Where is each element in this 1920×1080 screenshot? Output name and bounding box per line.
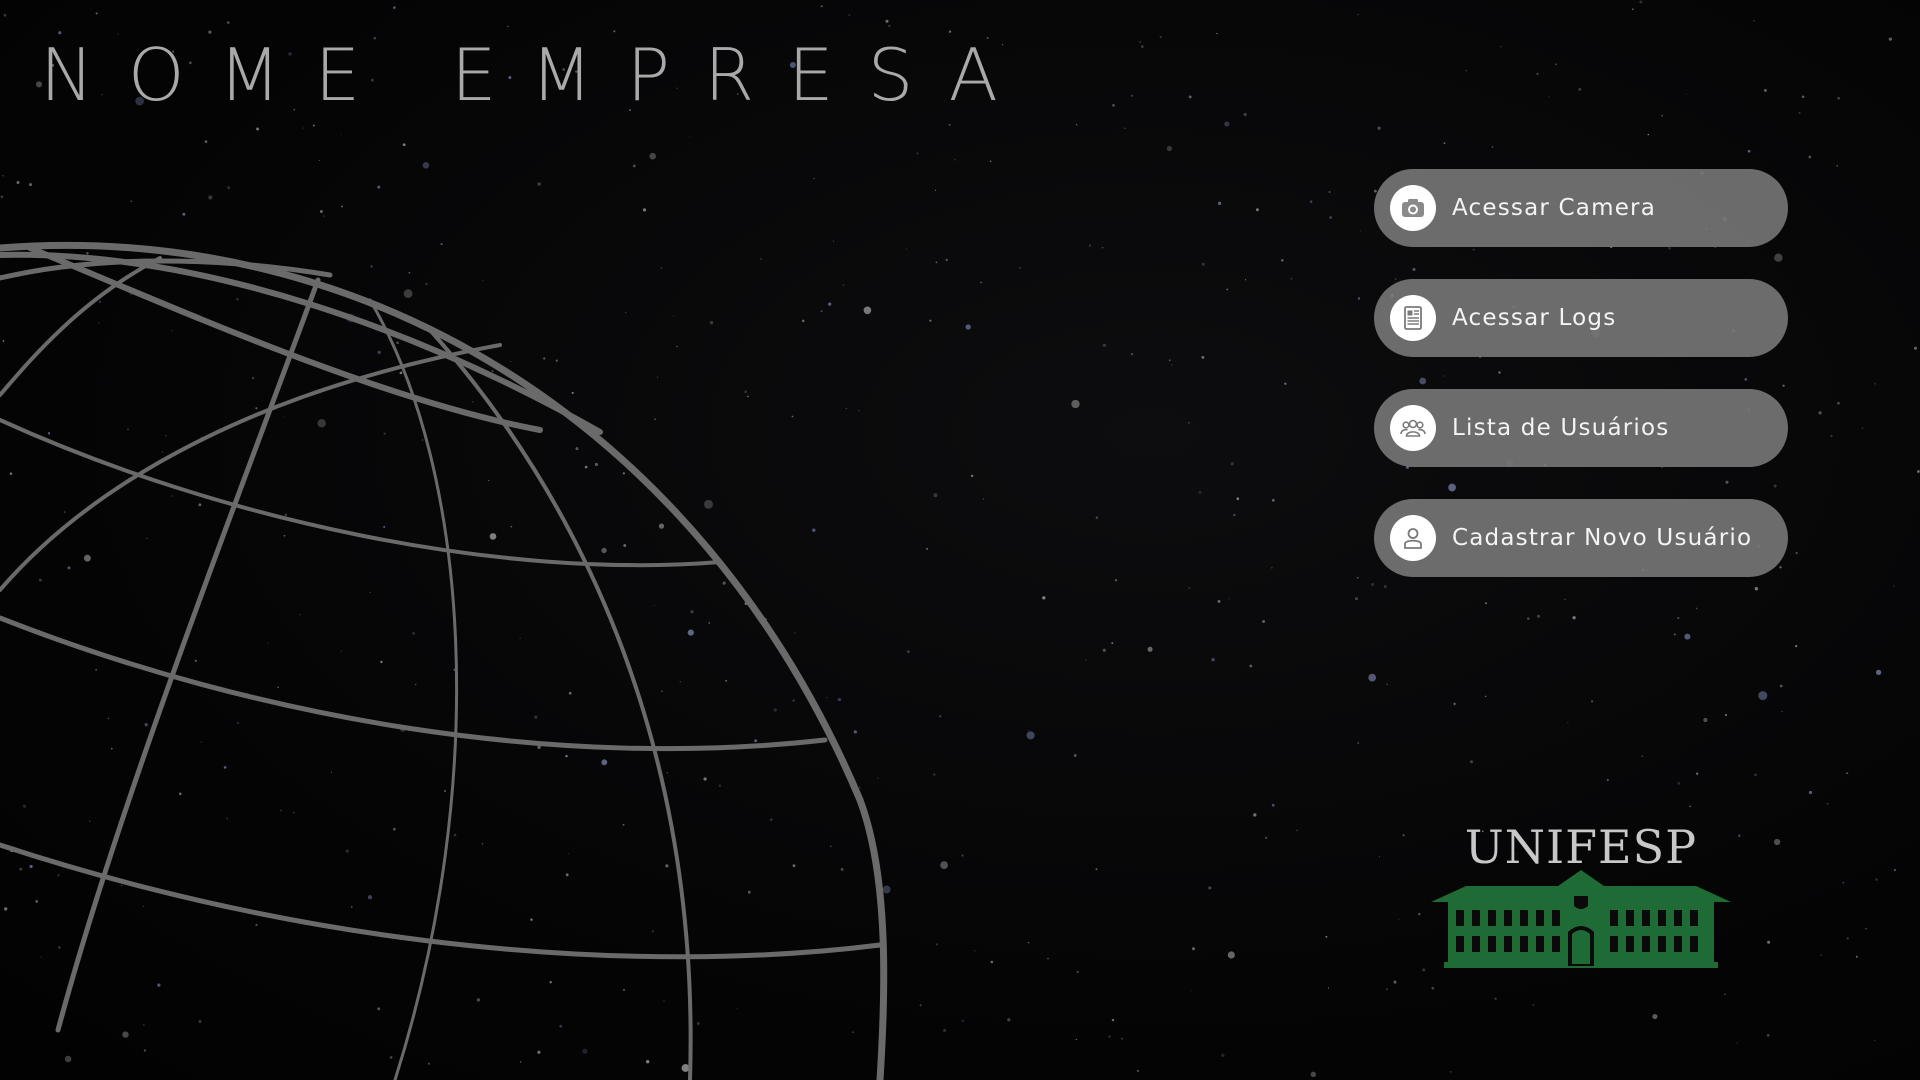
users-group-icon: [1390, 405, 1436, 451]
main-menu: Acessar Camera Acessar Logs Lista de Usu…: [1374, 169, 1788, 609]
access-camera-button[interactable]: Acessar Camera: [1374, 169, 1788, 247]
camera-icon: [1390, 185, 1436, 231]
register-new-user-button[interactable]: Cadastrar Novo Usuário: [1374, 499, 1788, 577]
company-name-title: NOME EMPRESA: [40, 33, 1032, 117]
building-icon: [1431, 870, 1731, 968]
access-logs-button[interactable]: Acessar Logs: [1374, 279, 1788, 357]
access-logs-label: Acessar Logs: [1452, 305, 1617, 331]
document-icon: [1390, 295, 1436, 341]
home-screen: NOME EMPRESA Acessar Camera Acessar Logs…: [0, 0, 1920, 1080]
user-icon: [1390, 515, 1436, 561]
access-camera-label: Acessar Camera: [1452, 195, 1657, 221]
register-new-user-label: Cadastrar Novo Usuário: [1452, 525, 1753, 551]
users-list-label: Lista de Usuários: [1452, 415, 1670, 441]
unifesp-logo: UNIFESP: [1426, 820, 1736, 970]
users-list-button[interactable]: Lista de Usuários: [1374, 389, 1788, 467]
